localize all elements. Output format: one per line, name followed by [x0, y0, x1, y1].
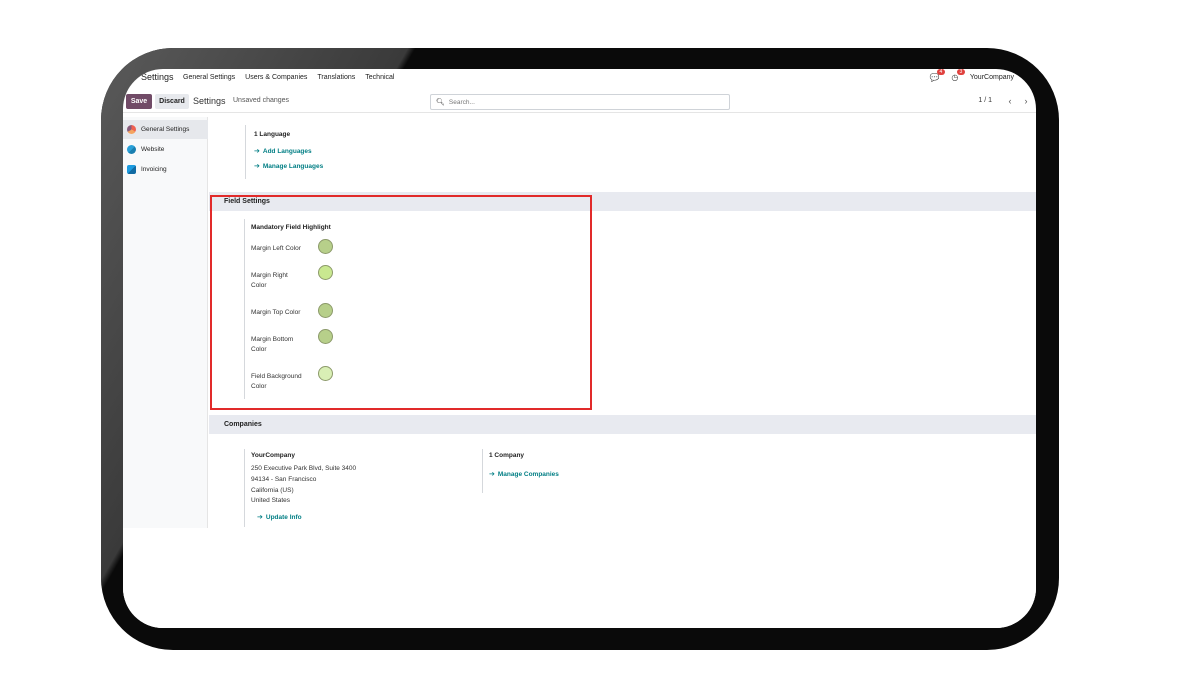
nav-translations[interactable]: Translations — [317, 74, 355, 81]
discard-button[interactable]: Discard — [155, 94, 189, 109]
activity-badge: 3 — [956, 69, 965, 75]
settings-sidebar: General Settings Website Invoicing — [123, 117, 208, 528]
control-panel: Save Discard Settings Unsaved changes 🔍︎… — [123, 91, 1036, 113]
arrow-right-icon: ➔ — [254, 163, 260, 170]
invoicing-app-icon — [127, 165, 136, 174]
update-info-link[interactable]: ➔ Update Info — [257, 513, 302, 522]
chat-badge: 4 — [936, 69, 945, 75]
save-button[interactable]: Save — [126, 94, 152, 109]
manage-companies-label: Manage Companies — [497, 470, 559, 478]
sidebar-item-general-settings[interactable]: General Settings — [123, 120, 208, 139]
company-info-setting: YourCompany 250 Executive Park Blvd, Sui… — [244, 449, 444, 527]
arrow-right-icon: ➔ — [257, 514, 263, 521]
top-navbar: Settings General Settings Users & Compan… — [123, 69, 1036, 89]
sidebar-item-website[interactable]: Website — [123, 140, 208, 159]
sidebar-item-label: General Settings — [141, 126, 190, 133]
companies-count-setting: 1 Company ➔ Manage Companies — [482, 449, 682, 493]
screen: Settings General Settings Users & Compan… — [123, 69, 1036, 628]
app-brand[interactable]: Settings — [141, 72, 174, 82]
arrow-right-icon: ➔ — [489, 471, 495, 478]
language-count: 1 Language — [254, 131, 291, 138]
company-name: YourCompany — [251, 452, 295, 459]
companies-header: Companies — [209, 415, 1036, 434]
nav-general-settings[interactable]: General Settings — [183, 74, 235, 81]
chat-icon[interactable]: 💬 4 — [930, 69, 945, 82]
blank-area — [123, 528, 1036, 628]
search-bar[interactable]: 🔍︎ — [430, 94, 730, 110]
languages-setting: 1 Language ➔ Add Languages ➔ Manage Langua… — [245, 125, 445, 179]
company-address-line4: United States — [251, 497, 291, 504]
search-input[interactable] — [448, 98, 709, 106]
settings-app-icon — [127, 125, 136, 134]
company-address-line3: California (US) — [251, 487, 294, 494]
arrow-right-icon: ➔ — [254, 148, 260, 155]
pager-next-button[interactable]: › — [1020, 94, 1032, 108]
add-languages-link[interactable]: ➔ Add Languages — [254, 147, 312, 156]
nav-technical[interactable]: Technical — [365, 74, 394, 81]
nav-users-companies[interactable]: Users & Companies — [245, 74, 307, 81]
sidebar-item-label: Website — [141, 146, 165, 153]
sidebar-item-invoicing[interactable]: Invoicing — [123, 160, 208, 179]
pager-prev-button[interactable]: ‹ — [1004, 94, 1016, 108]
company-count: 1 Company — [489, 452, 525, 459]
update-info-label: Update Info — [265, 513, 302, 521]
search-icon: 🔍︎ — [436, 99, 445, 106]
company-switcher[interactable]: YourCompany — [970, 74, 1014, 81]
company-address-line1: 250 Executive Park Blvd, Suite 3400 — [251, 465, 357, 472]
manage-companies-link[interactable]: ➔ Manage Companies — [489, 470, 559, 479]
nav-menu: General Settings Users & Companies Trans… — [183, 74, 394, 81]
add-languages-label: Add Languages — [262, 147, 312, 155]
company-address-line2: 94134 - San Francisco — [251, 476, 317, 483]
highlight-annotation-box — [210, 195, 592, 410]
sidebar-item-label: Invoicing — [141, 166, 167, 173]
nav-right: 💬 4 ◷ 3 YourCompany — [930, 69, 1014, 82]
breadcrumb-title: Settings — [193, 96, 226, 106]
settings-content: 1 Language ➔ Add Languages ➔ Manage Langua… — [209, 117, 1036, 528]
activity-clock-icon[interactable]: ◷ 3 — [950, 69, 965, 82]
website-app-icon — [127, 145, 136, 154]
manage-languages-label: Manage Languages — [262, 162, 324, 170]
unsaved-indicator: Unsaved changes — [233, 97, 290, 104]
pager-value: 1 / 1 — [978, 97, 992, 104]
manage-languages-link[interactable]: ➔ Manage Languages — [254, 162, 324, 171]
